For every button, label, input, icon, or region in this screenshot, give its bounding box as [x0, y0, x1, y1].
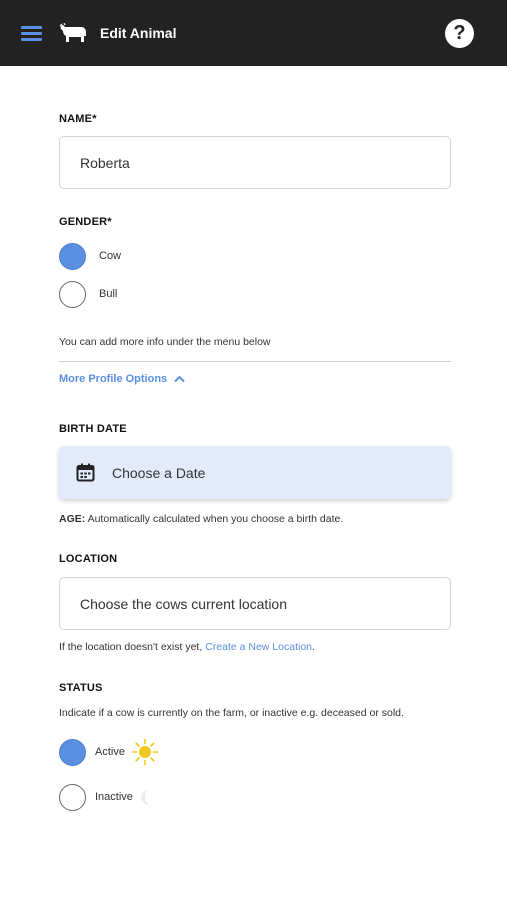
gender-option-bull[interactable]: Bull: [59, 279, 117, 309]
choose-date-button[interactable]: Choose a Date: [59, 446, 451, 499]
location-note-suffix: .: [312, 641, 315, 653]
help-button[interactable]: ?: [445, 19, 474, 48]
cow-logo-icon: [59, 23, 86, 42]
top-app-bar: Edit Animal ?: [0, 0, 507, 66]
location-input-placeholder: Choose the cows current location: [80, 595, 287, 612]
name-label: NAME*: [59, 113, 97, 125]
gender-option-label: Cow: [99, 250, 122, 262]
sun-icon: [131, 738, 159, 766]
radio-inactive[interactable]: [59, 783, 86, 811]
calendar-icon: [76, 463, 95, 482]
gender-option-cow[interactable]: Cow: [59, 241, 121, 271]
divider: [59, 361, 451, 362]
choose-date-label: Choose a Date: [112, 464, 206, 481]
more-profile-options-label: More Profile Options: [59, 373, 168, 385]
location-label: LOCATION: [59, 553, 118, 565]
location-note-prefix: If the location doesn't exist yet,: [59, 641, 203, 653]
info-note: You can add more info under the menu bel…: [59, 336, 271, 348]
status-option-inactive[interactable]: Inactive: [59, 782, 155, 812]
chevron-up-icon: [174, 375, 185, 383]
age-note-text: Automatically calculated when you choose…: [87, 513, 344, 525]
radio-cow[interactable]: [59, 242, 86, 270]
more-profile-options-toggle[interactable]: More Profile Options: [59, 373, 185, 385]
status-description: Indicate if a cow is currently on the fa…: [59, 707, 404, 719]
page-title: Edit Animal: [100, 25, 177, 41]
status-option-label: Inactive: [95, 791, 133, 803]
age-prefix: AGE:: [59, 513, 86, 525]
location-input[interactable]: Choose the cows current location: [59, 577, 451, 630]
location-note: If the location doesn't exist yet, Creat…: [59, 641, 315, 653]
radio-active[interactable]: [59, 738, 86, 766]
status-option-active[interactable]: Active: [59, 737, 159, 767]
gender-label: GENDER*: [59, 216, 112, 228]
name-input-value: Roberta: [80, 154, 130, 171]
status-label: STATUS: [59, 682, 103, 694]
create-new-location-link[interactable]: Create a New Location: [205, 641, 312, 653]
age-note: AGE: Automatically calculated when you c…: [59, 513, 343, 525]
gender-option-label: Bull: [99, 288, 118, 300]
hamburger-menu-icon[interactable]: [18, 22, 46, 44]
birth-date-label: BIRTH DATE: [59, 423, 127, 435]
radio-bull[interactable]: [59, 280, 86, 308]
moon-icon: [140, 789, 149, 805]
status-option-label: Active: [95, 746, 125, 758]
name-input[interactable]: Roberta: [59, 136, 451, 189]
